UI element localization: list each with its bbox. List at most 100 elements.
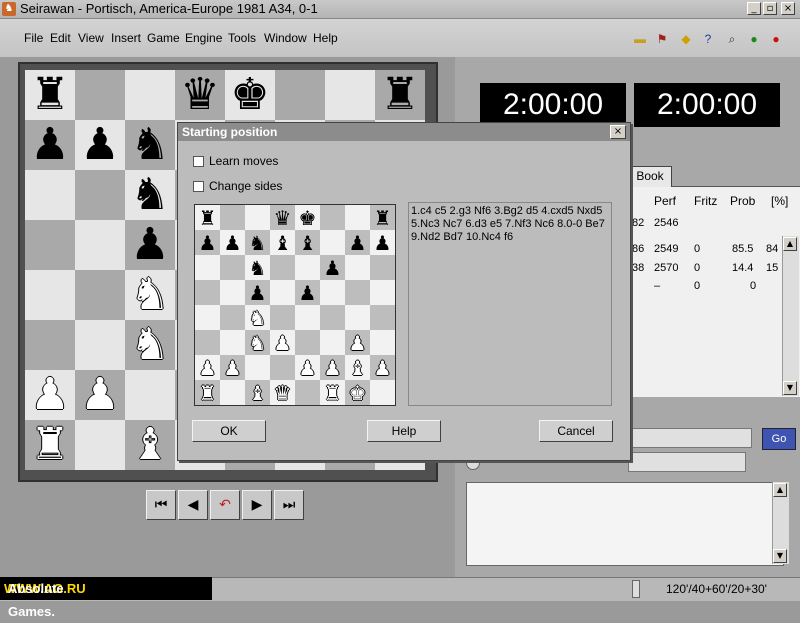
board-square[interactable]: [220, 330, 245, 355]
board-square[interactable]: [75, 270, 125, 320]
text-field[interactable]: [628, 452, 746, 472]
board-square[interactable]: ♞: [125, 170, 175, 220]
scroll-up-icon[interactable]: ▲: [783, 237, 797, 251]
board-square[interactable]: ♞: [125, 120, 175, 170]
white-knight-icon[interactable]: ♞: [130, 273, 169, 317]
close-button[interactable]: ×: [781, 2, 795, 15]
black-pawn-icon[interactable]: ♟: [30, 123, 69, 167]
scroll-down-icon[interactable]: ▼: [783, 381, 797, 395]
menu-tools[interactable]: Tools: [228, 31, 256, 45]
board-square[interactable]: ♟: [220, 230, 245, 255]
black-pawn-icon[interactable]: ♟: [80, 123, 119, 167]
board-square[interactable]: ♞: [245, 230, 270, 255]
menu-file[interactable]: File: [24, 31, 43, 45]
black-pawn-icon[interactable]: ♟: [324, 258, 342, 278]
white-knight-icon[interactable]: ♞: [130, 323, 169, 367]
board-square[interactable]: ♜: [370, 205, 395, 230]
white-rook-icon[interactable]: ♜: [324, 383, 342, 403]
board-square[interactable]: [370, 330, 395, 355]
board-square[interactable]: [220, 280, 245, 305]
black-pawn-icon[interactable]: ♟: [249, 283, 267, 303]
board-square[interactable]: [75, 320, 125, 370]
black-pawn-icon[interactable]: ♟: [374, 233, 392, 253]
white-pawn-icon[interactable]: ♟: [80, 373, 119, 417]
zoom-icon[interactable]: ⌕: [724, 31, 740, 47]
board-square[interactable]: [220, 255, 245, 280]
warning-icon[interactable]: ◆: [678, 31, 694, 47]
board-square[interactable]: ♟: [195, 230, 220, 255]
board-square[interactable]: [370, 305, 395, 330]
black-knight-icon[interactable]: ♞: [249, 258, 267, 278]
board-square[interactable]: ♟: [75, 120, 125, 170]
minimize-button[interactable]: _: [747, 2, 761, 15]
board-square[interactable]: [25, 170, 75, 220]
board-square[interactable]: [370, 255, 395, 280]
board-square[interactable]: ♞: [125, 320, 175, 370]
white-pawn-icon[interactable]: ♟: [224, 358, 242, 378]
board-square[interactable]: [220, 205, 245, 230]
white-pawn-icon[interactable]: ♟: [349, 333, 367, 353]
board-square[interactable]: ♟: [75, 370, 125, 420]
flag-icon[interactable]: ⚑: [654, 31, 670, 47]
black-rook-icon[interactable]: ♜: [30, 73, 69, 117]
last-move-button[interactable]: ⏭: [274, 490, 304, 520]
board-square[interactable]: [125, 70, 175, 120]
white-bishop-icon[interactable]: ♝: [130, 423, 169, 467]
board-square[interactable]: [245, 355, 270, 380]
board-square[interactable]: [295, 330, 320, 355]
board-square[interactable]: ♜: [25, 70, 75, 120]
board-square[interactable]: [25, 320, 75, 370]
board-square[interactable]: [295, 380, 320, 405]
app-icon[interactable]: ♞: [2, 2, 16, 16]
black-pawn-icon[interactable]: ♟: [130, 223, 169, 267]
board-square[interactable]: ♝: [270, 230, 295, 255]
white-pawn-icon[interactable]: ♟: [324, 358, 342, 378]
board-square[interactable]: ♜: [375, 70, 425, 120]
board-square[interactable]: ♟: [195, 355, 220, 380]
board-square[interactable]: [320, 305, 345, 330]
board-square[interactable]: [270, 305, 295, 330]
black-bishop-icon[interactable]: ♝: [274, 233, 292, 253]
white-queen-icon[interactable]: ♛: [274, 383, 292, 403]
board-square[interactable]: ♝: [295, 230, 320, 255]
board-square[interactable]: ♟: [345, 330, 370, 355]
stop-icon[interactable]: ●: [768, 31, 784, 47]
board-square[interactable]: ♞: [125, 270, 175, 320]
board-square[interactable]: [275, 70, 325, 120]
scroll-up-icon[interactable]: ▲: [773, 483, 787, 497]
board-square[interactable]: [345, 280, 370, 305]
board-square[interactable]: [320, 205, 345, 230]
board-square[interactable]: ♞: [245, 305, 270, 330]
restore-button[interactable]: ▫: [763, 2, 777, 15]
board-square[interactable]: ♚: [345, 380, 370, 405]
board-square[interactable]: ♜: [195, 205, 220, 230]
board-square[interactable]: [25, 270, 75, 320]
white-rook-icon[interactable]: ♜: [30, 423, 69, 467]
board-square[interactable]: [320, 280, 345, 305]
board-square[interactable]: [320, 330, 345, 355]
menu-insert[interactable]: Insert: [111, 31, 141, 45]
cancel-button[interactable]: Cancel: [539, 420, 613, 442]
board-square[interactable]: [345, 255, 370, 280]
board-square[interactable]: [320, 230, 345, 255]
black-bishop-icon[interactable]: ♝: [299, 233, 317, 253]
takeback-button[interactable]: ↶: [210, 490, 240, 520]
white-rook-icon[interactable]: ♜: [199, 383, 217, 403]
menu-engine[interactable]: Engine: [185, 31, 222, 45]
board-square[interactable]: [220, 305, 245, 330]
tab-book[interactable]: Book: [628, 166, 672, 187]
menu-help[interactable]: Help: [313, 31, 338, 45]
ok-button[interactable]: OK: [192, 420, 266, 442]
white-bishop-icon[interactable]: ♝: [249, 383, 267, 403]
white-king-icon[interactable]: ♚: [349, 383, 367, 403]
board-square[interactable]: ♚: [295, 205, 320, 230]
white-knight-icon[interactable]: ♞: [249, 333, 267, 353]
black-rook-icon[interactable]: ♜: [380, 73, 419, 117]
board-square[interactable]: [345, 305, 370, 330]
black-king-icon[interactable]: ♚: [299, 208, 317, 228]
scroll-down-icon[interactable]: ▼: [773, 549, 787, 563]
board-square[interactable]: ♛: [270, 205, 295, 230]
black-rook-icon[interactable]: ♜: [374, 208, 392, 228]
board-square[interactable]: ♞: [245, 330, 270, 355]
white-knight-icon[interactable]: ♞: [249, 308, 267, 328]
